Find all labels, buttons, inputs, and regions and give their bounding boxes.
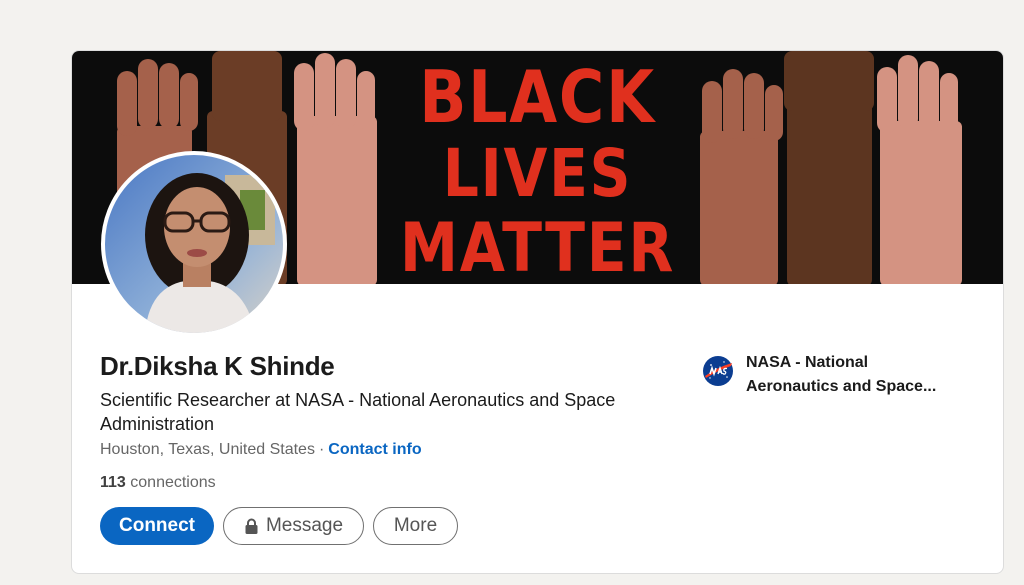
banner-text-line-1: BLACK — [419, 55, 656, 139]
connections-label: connections — [130, 474, 216, 491]
current-company[interactable]: NASA - National Aeronautics and Space... — [702, 351, 962, 399]
nasa-logo-icon — [702, 355, 734, 387]
connections-count[interactable]: 113 connections — [100, 474, 216, 492]
more-button[interactable]: More — [373, 507, 458, 545]
profile-location-row: Houston, Texas, United States · Contact in… — [100, 441, 422, 459]
lock-icon — [244, 518, 259, 535]
profile-name: Dr.Diksha K Shinde — [100, 351, 335, 381]
location-text: Houston, Texas, United States — [100, 441, 315, 458]
connect-button[interactable]: Connect — [100, 507, 214, 545]
profile-card: BLACK LIVES MATTER Dr.Diksha K Shinde Sc… — [71, 50, 1004, 574]
company-name: NASA - National Aeronautics and Space... — [746, 354, 937, 395]
message-button-label: Message — [265, 515, 344, 536]
separator-dot: · — [318, 441, 325, 458]
profile-headline: Scientific Researcher at NASA - National… — [100, 390, 616, 434]
connections-number: 113 — [100, 474, 126, 491]
profile-avatar[interactable] — [101, 151, 287, 337]
message-button[interactable]: Message — [223, 507, 364, 545]
avatar-photo — [105, 155, 283, 333]
contact-info-link[interactable]: Contact info — [328, 441, 421, 458]
